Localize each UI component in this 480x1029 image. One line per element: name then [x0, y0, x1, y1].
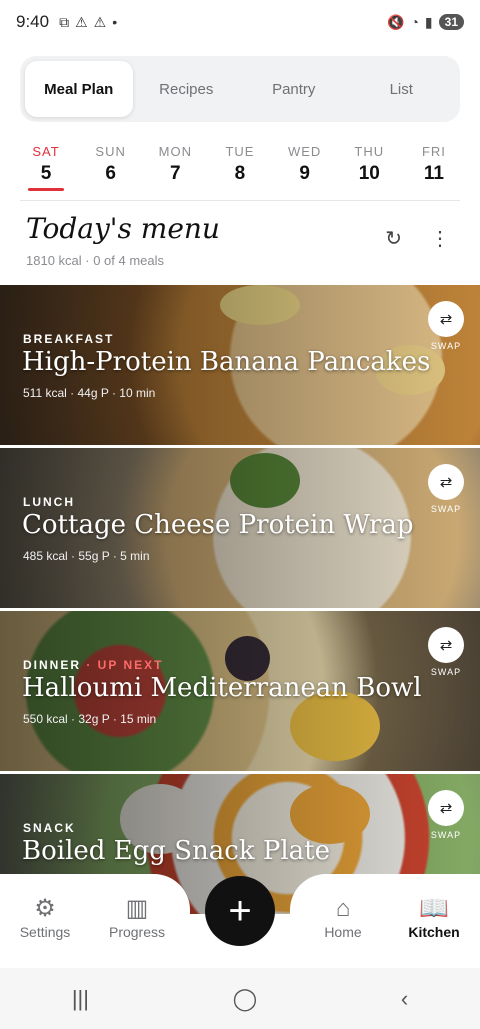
- swap-label: SWAP: [430, 667, 462, 677]
- day-wed[interactable]: WED 9: [279, 144, 331, 191]
- meal-list: BREAKFAST High-Protein Banana Pancakes 5…: [0, 285, 480, 937]
- meal-meta: 550 kcal · 32g P · 15 min: [23, 712, 157, 726]
- swap-icon[interactable]: ⇄: [428, 790, 464, 826]
- notification-icons: ⧉ ⚠ ⚠ •: [59, 14, 117, 31]
- home-circle-icon[interactable]: ◯: [233, 986, 258, 1012]
- day-name: SAT: [32, 144, 60, 159]
- day-sun[interactable]: SUN 6: [85, 144, 137, 191]
- battery-indicator: 31: [438, 14, 464, 30]
- day-name: TUE: [225, 144, 255, 159]
- meal-card-breakfast[interactable]: BREAKFAST High-Protein Banana Pancakes 5…: [0, 285, 480, 445]
- meal-type: SNACK: [23, 821, 76, 835]
- today-header: Today's menu 1810 kcal · 0 of 4 meals ↻ …: [26, 212, 456, 268]
- nav-label: Home: [324, 924, 362, 940]
- nav-settings[interactable]: ⚙ Settings: [0, 894, 90, 940]
- mute-icon: 🔇: [387, 13, 405, 30]
- add-button[interactable]: +: [205, 876, 275, 946]
- meal-name: Halloumi Mediterranean Bowl: [22, 673, 422, 703]
- day-number: 11: [423, 163, 444, 184]
- nav-label: Kitchen: [408, 924, 460, 940]
- swap-button[interactable]: ⇄ SWAP: [428, 627, 464, 677]
- swap-icon[interactable]: ⇄: [428, 464, 464, 500]
- wifi-icon: ◔: [410, 14, 419, 30]
- tab-meal-plan[interactable]: Meal Plan: [25, 61, 133, 117]
- tab-pantry[interactable]: Pantry: [240, 61, 348, 117]
- screenshot-icon: ⧉: [59, 13, 70, 30]
- tab-recipes[interactable]: Recipes: [133, 61, 241, 117]
- today-summary: 1810 kcal · 0 of 4 meals: [26, 253, 165, 268]
- day-mon[interactable]: MON 7: [149, 144, 201, 191]
- day-name: THU: [354, 144, 385, 159]
- recents-icon[interactable]: |||: [72, 986, 89, 1012]
- day-tue[interactable]: TUE 8: [214, 144, 266, 191]
- meal-card-lunch[interactable]: LUNCH Cottage Cheese Protein Wrap 485 kc…: [0, 448, 480, 608]
- status-time: 9:40: [16, 12, 50, 31]
- meal-name: Boiled Egg Snack Plate: [22, 836, 331, 866]
- swap-button[interactable]: ⇄ SWAP: [428, 464, 464, 514]
- signal-icon: ▮: [424, 13, 433, 30]
- day-fri[interactable]: FRI 11: [408, 144, 460, 191]
- nav-label: Progress: [108, 924, 166, 940]
- swap-button[interactable]: ⇄ SWAP: [428, 301, 464, 351]
- swap-icon[interactable]: ⇄: [428, 301, 464, 337]
- nav-label: Settings: [19, 924, 71, 940]
- day-name: SUN: [95, 144, 126, 159]
- day-name: MON: [158, 144, 192, 159]
- swap-label: SWAP: [430, 830, 462, 840]
- day-number: 9: [299, 163, 310, 184]
- back-icon[interactable]: ‹: [401, 986, 408, 1012]
- nav-progress[interactable]: ▥ Progress: [92, 894, 182, 940]
- chart-icon: ▥: [125, 895, 149, 922]
- day-number: 7: [170, 163, 181, 184]
- day-number: 10: [358, 163, 380, 184]
- more-icon[interactable]: ⋮: [430, 226, 450, 251]
- meal-meta: 485 kcal · 55g P · 5 min: [23, 549, 150, 563]
- nav-home[interactable]: ⌂ Home: [298, 894, 388, 940]
- day-name: WED: [287, 144, 322, 159]
- bottom-nav: ⚙ Settings ▥ Progress + ⌂ Home 📖 Kitchen: [0, 874, 480, 968]
- nav-kitchen[interactable]: 📖 Kitchen: [389, 894, 479, 940]
- status-bar: 9:40 ⧉ ⚠ ⚠ • 🔇 ◔ ▮ 31: [0, 0, 480, 44]
- day-name: FRI: [421, 144, 446, 159]
- meal-meta: 511 kcal · 44g P · 10 min: [23, 386, 156, 400]
- home-icon: ⌂: [335, 895, 351, 922]
- refresh-icon[interactable]: ↻: [385, 226, 402, 251]
- day-number: 8: [234, 163, 246, 184]
- swap-button[interactable]: ⇄ SWAP: [428, 790, 464, 840]
- warning-icon: ⚠: [93, 13, 107, 30]
- meal-type: DINNER · UP NEXT: [23, 658, 164, 672]
- day-number: 6: [105, 163, 116, 184]
- day-thu[interactable]: THU 10: [343, 144, 395, 191]
- up-next-badge: · UP NEXT: [81, 658, 164, 672]
- section-tabs: Meal Plan Recipes Pantry List: [20, 56, 460, 122]
- meal-name: High-Protein Banana Pancakes: [22, 347, 431, 377]
- selected-day-indicator: [28, 188, 64, 191]
- warning-icon: ⚠: [75, 13, 88, 30]
- book-icon: 📖: [419, 895, 449, 922]
- meal-type: BREAKFAST: [23, 332, 115, 346]
- swap-label: SWAP: [430, 504, 462, 514]
- meal-type: LUNCH: [23, 495, 75, 509]
- tab-list[interactable]: List: [348, 61, 456, 117]
- meal-name: Cottage Cheese Protein Wrap: [22, 510, 414, 540]
- day-sat[interactable]: SAT 5: [20, 144, 72, 191]
- plus-icon: +: [228, 889, 252, 933]
- system-icons: 🔇 ◔ ▮ 31: [387, 14, 464, 31]
- header-actions: ↻ ⋮: [385, 226, 450, 251]
- swap-icon[interactable]: ⇄: [428, 627, 464, 663]
- dot-icon: •: [112, 14, 118, 30]
- divider: [20, 200, 460, 201]
- swap-label: SWAP: [430, 341, 462, 351]
- day-number: 5: [40, 163, 52, 184]
- meal-card-dinner[interactable]: DINNER · UP NEXT Halloumi Mediterranean …: [0, 611, 480, 771]
- week-strip: SAT 5 SUN 6 MON 7 TUE 8 WED 9 THU 10 FRI…: [20, 144, 460, 191]
- gear-icon: ⚙: [34, 895, 56, 922]
- system-navigation-bar: ||| ◯ ‹: [0, 968, 480, 1029]
